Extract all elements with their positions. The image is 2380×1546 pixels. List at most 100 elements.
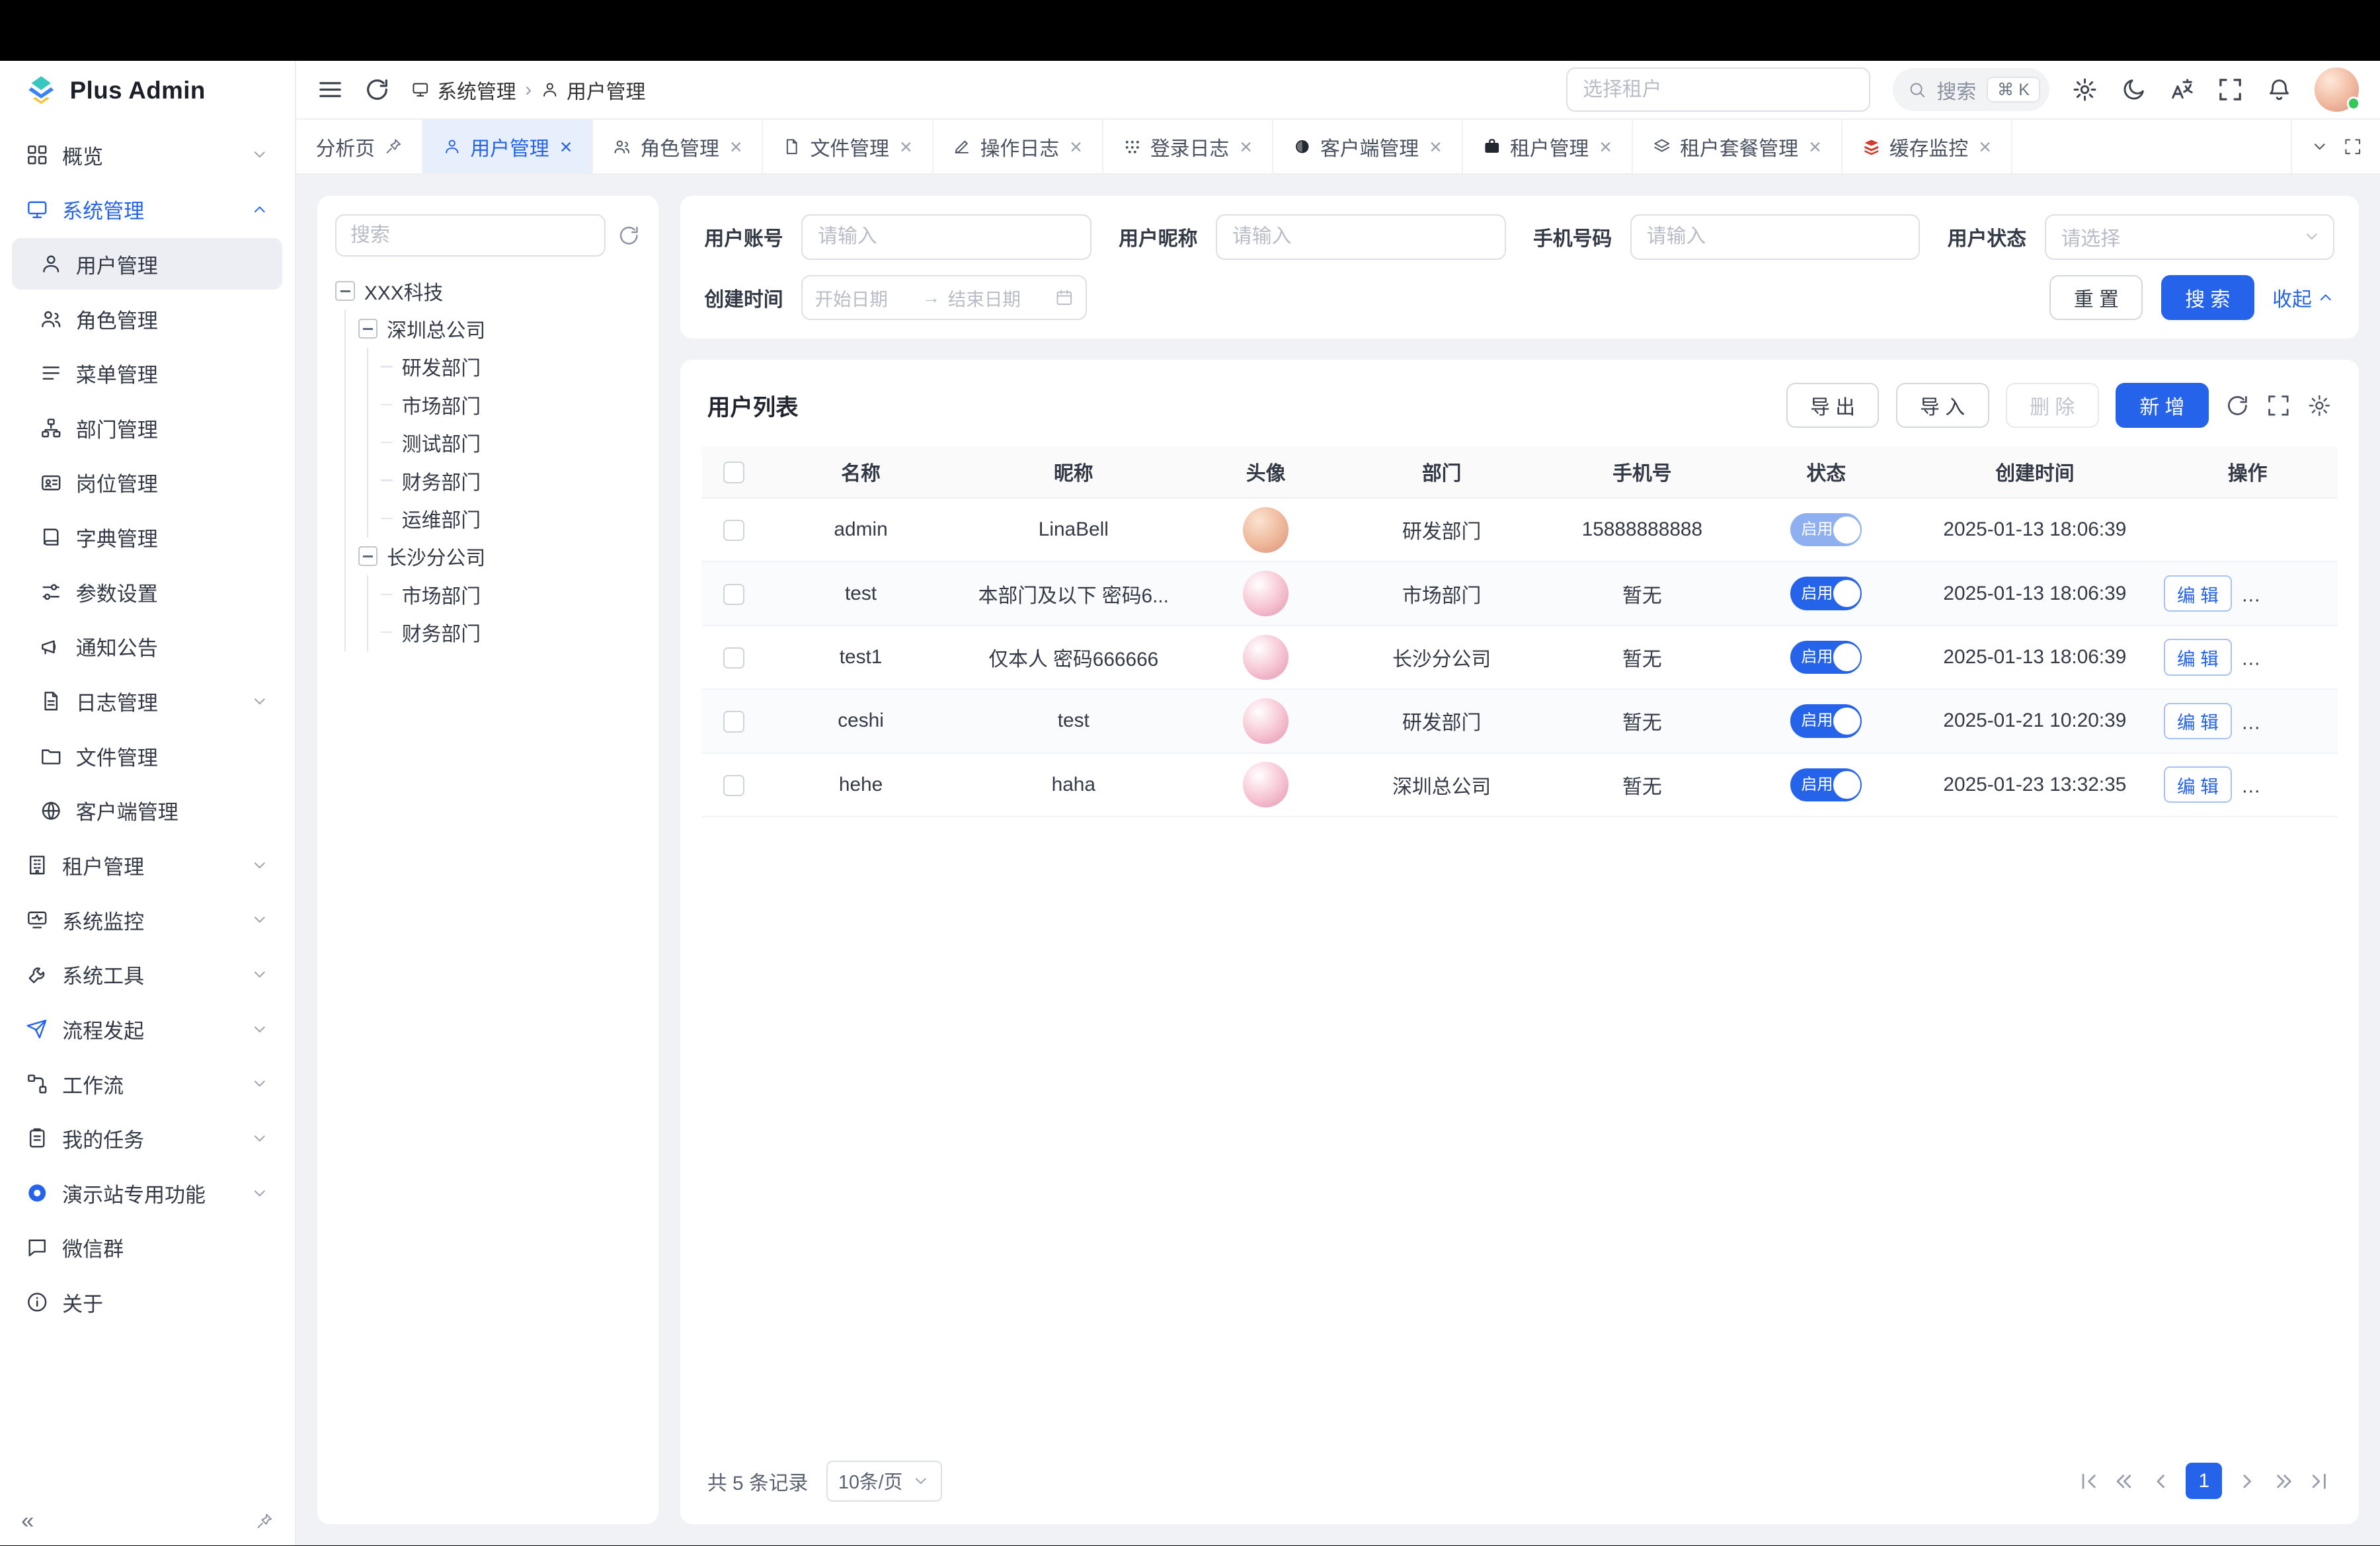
collapse-node-icon[interactable] (335, 281, 355, 301)
status-select[interactable]: 请选择 (2045, 214, 2335, 260)
nickname-input[interactable] (1216, 214, 1506, 260)
tree-node-root[interactable]: XXX科技 (335, 272, 641, 309)
close-tab-icon[interactable]: × (900, 136, 912, 157)
tab-tenant-package-management[interactable]: 租户套餐管理 × (1633, 120, 1843, 173)
select-all-checkbox[interactable] (723, 462, 744, 483)
sidebar-item-wechat-group[interactable]: 微信群 (12, 1222, 282, 1274)
tab-file-management[interactable]: 文件管理 × (763, 120, 933, 173)
row-checkbox[interactable] (723, 775, 744, 796)
tree-node-dept[interactable]: 研发部门 (381, 348, 641, 386)
edit-button[interactable]: 编 辑 (2164, 703, 2232, 739)
collapse-filters-link[interactable]: 收起 (2272, 283, 2334, 312)
status-toggle[interactable]: 启用 (1790, 577, 1862, 610)
page-size-select[interactable]: 10条/页 (826, 1461, 942, 1502)
status-toggle[interactable]: 启用 (1790, 704, 1862, 738)
tree-node-dept[interactable]: 市场部门 (381, 386, 641, 423)
sidebar-item-dict-management[interactable]: 字典管理 (12, 512, 282, 563)
sidebar-item-demo-features[interactable]: 演示站专用功能 (12, 1167, 282, 1219)
breadcrumb-system-management[interactable]: 系统管理 (411, 75, 516, 104)
sidebar-item-department-management[interactable]: 部门管理 (12, 402, 282, 454)
search-button[interactable]: 搜 索 (2161, 275, 2254, 321)
tree-node-dept[interactable]: 运维部门 (381, 499, 641, 537)
sidebar-item-file-management[interactable]: 文件管理 (12, 730, 282, 782)
tree-node-dept[interactable]: 财务部门 (381, 613, 641, 651)
table-fullscreen-icon[interactable] (2266, 393, 2291, 418)
sidebar-item-log-management[interactable]: 日志管理 (12, 676, 282, 727)
collapse-node-icon[interactable] (358, 546, 378, 566)
close-tab-icon[interactable]: × (560, 136, 573, 157)
sidebar-item-my-tasks[interactable]: 我的任务 (12, 1113, 282, 1164)
sidebar-item-menu-management[interactable]: 菜单管理 (12, 348, 282, 399)
fullscreen-icon[interactable] (2217, 77, 2243, 102)
app-logo[interactable]: Plus Admin (0, 61, 295, 120)
more-actions-link[interactable]: 更多 (2317, 776, 2338, 797)
sidebar-item-system-management[interactable]: 系统管理 (12, 184, 282, 235)
more-actions-link[interactable]: 更多 (2317, 585, 2338, 606)
next-page-icon[interactable] (2236, 1470, 2258, 1492)
phone-input[interactable] (1630, 214, 1921, 260)
tree-node-dept[interactable]: 市场部门 (381, 575, 641, 613)
row-checkbox[interactable] (723, 711, 744, 732)
current-page-button[interactable]: 1 (2186, 1463, 2222, 1499)
breadcrumb-user-management[interactable]: 用户管理 (541, 75, 645, 104)
tree-node-branch[interactable]: 深圳总公司 (358, 309, 641, 347)
import-button[interactable]: 导 入 (1896, 383, 1989, 428)
account-input[interactable] (801, 214, 1091, 260)
pin-icon[interactable] (384, 138, 403, 156)
hamburger-menu-icon[interactable] (317, 77, 343, 102)
sidebar-item-role-management[interactable]: 角色管理 (12, 293, 282, 345)
language-translate-icon[interactable] (2169, 77, 2195, 102)
tab-tenant-management[interactable]: 租户管理 × (1463, 120, 1633, 173)
content-fullscreen-icon[interactable] (2344, 138, 2362, 156)
more-actions-link[interactable]: 更多 (2317, 712, 2338, 733)
tree-node-dept[interactable]: 测试部门 (381, 423, 641, 461)
edit-button[interactable]: 编 辑 (2164, 639, 2232, 675)
sidebar-item-system-monitor[interactable]: 系统监控 (12, 894, 282, 946)
close-tab-icon[interactable]: × (1240, 136, 1252, 157)
close-tab-icon[interactable]: × (730, 136, 742, 157)
tab-cache-monitor[interactable]: 缓存监控 × (1843, 120, 2012, 173)
tab-analysis[interactable]: 分析页 (296, 120, 423, 173)
status-toggle[interactable]: 启用 (1790, 513, 1862, 547)
prev-pages-icon[interactable] (2113, 1470, 2135, 1492)
tab-operation-log[interactable]: 操作日志 × (933, 120, 1103, 173)
table-refresh-icon[interactable] (2225, 393, 2250, 418)
sidebar-item-process-launch[interactable]: 流程发起 (12, 1003, 282, 1055)
delete-button[interactable]: 删 除 (2006, 383, 2099, 428)
tree-search-input[interactable] (335, 214, 606, 257)
tab-role-management[interactable]: 角色管理 × (593, 120, 763, 173)
global-search-button[interactable]: 搜索 ⌘ K (1893, 68, 2049, 110)
close-tab-icon[interactable]: × (1809, 136, 1821, 157)
tree-refresh-icon[interactable] (617, 224, 640, 247)
export-button[interactable]: 导 出 (1786, 383, 1880, 428)
tree-node-dept[interactable]: 财务部门 (381, 462, 641, 499)
status-toggle[interactable]: 启用 (1790, 641, 1862, 674)
status-toggle[interactable]: 启用 (1790, 768, 1862, 802)
sidebar-item-overview[interactable]: 概览 (12, 129, 282, 181)
sidebar-item-client-management[interactable]: 客户端管理 (12, 785, 282, 836)
next-pages-icon[interactable] (2272, 1470, 2295, 1492)
refresh-page-icon[interactable] (364, 77, 390, 102)
sidebar-pin-icon[interactable] (255, 1512, 274, 1531)
close-tab-icon[interactable]: × (1429, 136, 1442, 157)
reset-button[interactable]: 重 置 (2049, 275, 2143, 321)
sidebar-item-param-settings[interactable]: 参数设置 (12, 566, 282, 618)
sidebar-item-workflow[interactable]: 工作流 (12, 1058, 282, 1110)
edit-button[interactable]: 编 辑 (2164, 766, 2232, 803)
date-range-picker[interactable]: 开始日期 → 结束日期 (801, 275, 1087, 321)
tab-client-management[interactable]: 客户端管理 × (1273, 120, 1463, 173)
first-page-icon[interactable] (2077, 1470, 2099, 1492)
collapse-node-icon[interactable] (358, 319, 378, 339)
sidebar-item-about[interactable]: 关于 (12, 1277, 282, 1328)
close-tab-icon[interactable]: × (1599, 136, 1612, 157)
row-checkbox[interactable] (723, 520, 744, 541)
close-tab-icon[interactable]: × (1979, 136, 1991, 157)
sidebar-item-tenant-management[interactable]: 租户管理 (12, 839, 282, 891)
row-checkbox[interactable] (723, 584, 744, 605)
tab-login-log[interactable]: 登录日志 × (1103, 120, 1273, 173)
last-page-icon[interactable] (2309, 1470, 2331, 1492)
sidebar-item-system-tools[interactable]: 系统工具 (12, 949, 282, 1000)
collapse-sidebar-button[interactable]: « (21, 1508, 34, 1534)
more-actions-link[interactable]: 更多 (2317, 649, 2338, 669)
tree-node-branch[interactable]: 长沙分公司 (358, 538, 641, 575)
